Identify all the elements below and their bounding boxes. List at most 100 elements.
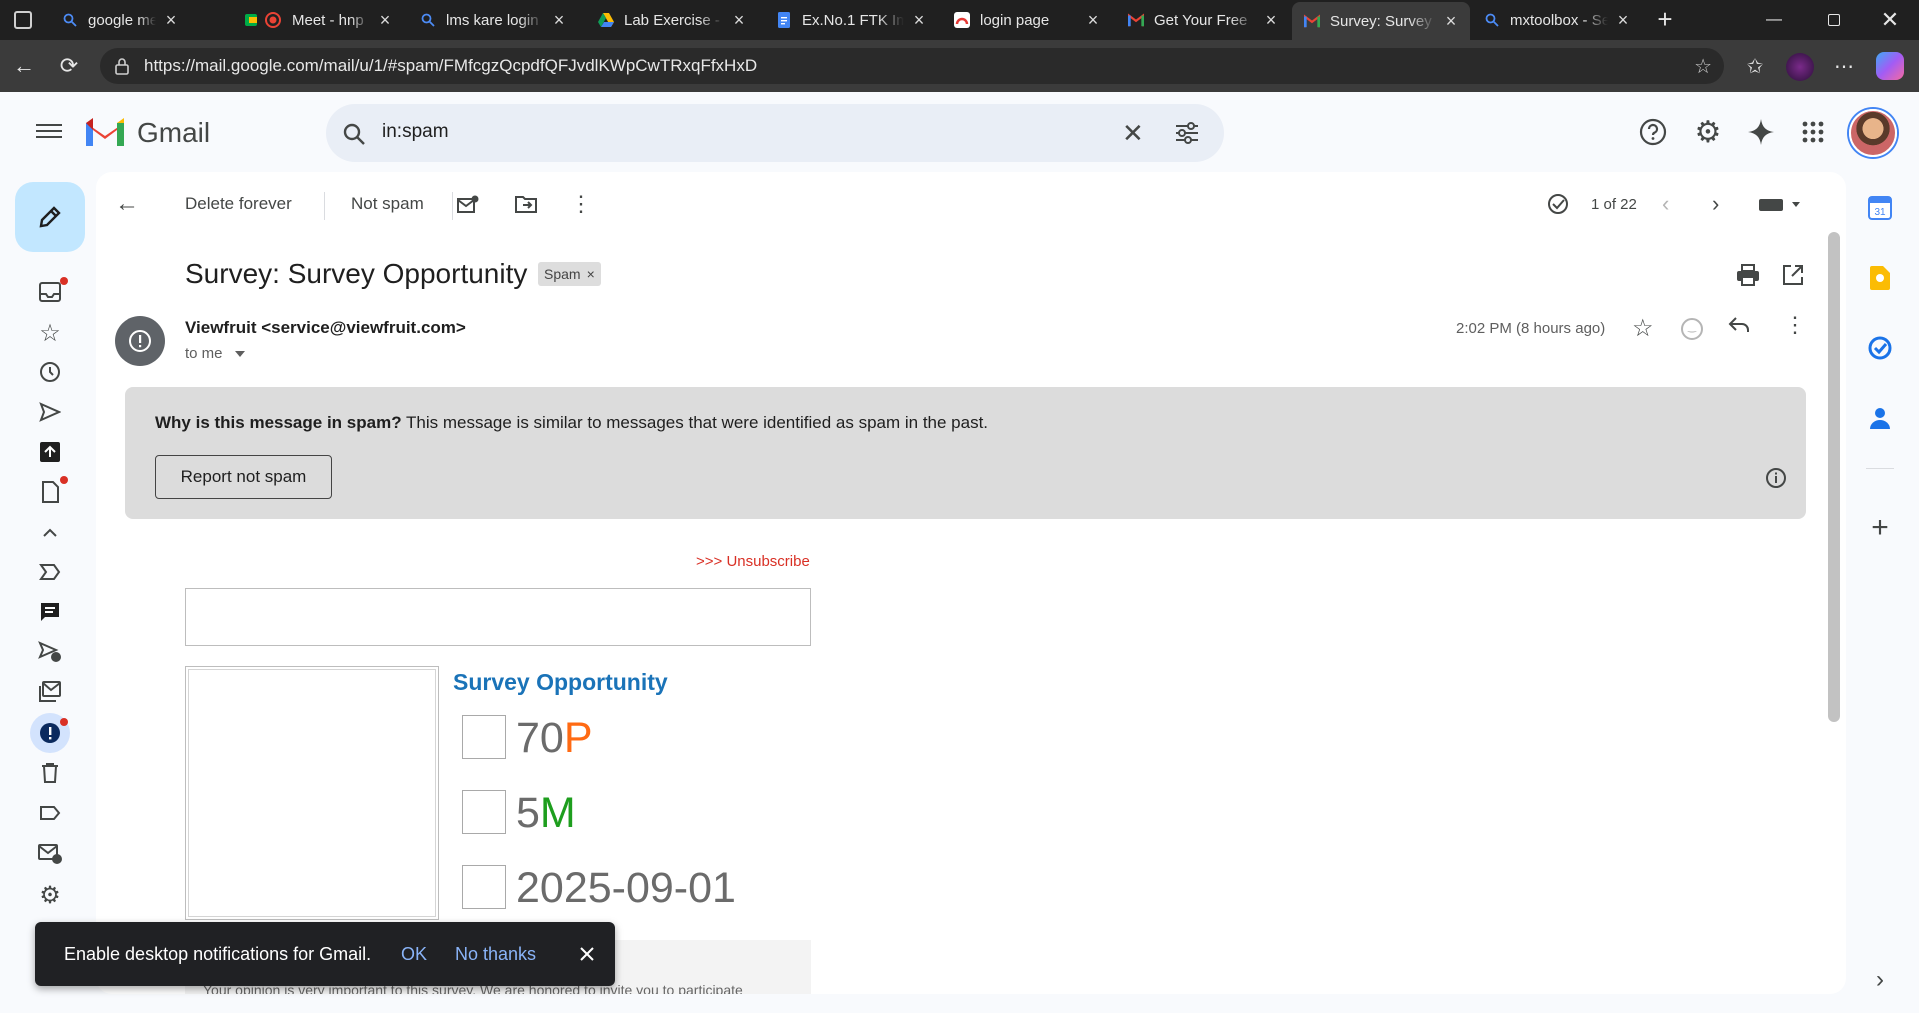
remove-label-icon[interactable]: ×: [587, 266, 595, 282]
close-icon[interactable]: ×: [1442, 11, 1460, 32]
minimize-button[interactable]: —: [1745, 0, 1803, 40]
report-not-spam-button[interactable]: Report not spam: [155, 455, 332, 499]
close-icon[interactable]: ×: [730, 10, 748, 31]
search-input[interactable]: [380, 120, 980, 144]
calendar-icon[interactable]: 31: [1862, 190, 1898, 226]
not-spam-button[interactable]: Not spam: [351, 186, 424, 222]
settings-gear-icon[interactable]: ⚙: [1688, 112, 1728, 152]
sender-avatar[interactable]: [115, 316, 165, 366]
close-icon[interactable]: ×: [1614, 10, 1632, 31]
tab-ftk-imager-doc[interactable]: Ex.No.1 FTK Imager ×: [764, 5, 938, 35]
close-icon[interactable]: ×: [910, 10, 928, 31]
tab-label: Get Your Free: [1154, 11, 1248, 29]
open-in-new-window-icon[interactable]: [1782, 264, 1804, 291]
tab-mxtoolbox-search[interactable]: mxtoolbox - Search ×: [1472, 5, 1642, 35]
clear-search-icon[interactable]: ✕: [1122, 118, 1144, 149]
label-icon[interactable]: [36, 799, 64, 827]
info-icon[interactable]: [1765, 467, 1787, 494]
spam-reason-title: Why is this message in spam?: [155, 413, 402, 432]
close-icon[interactable]: ×: [550, 10, 568, 31]
toast-ok-button[interactable]: OK: [401, 944, 427, 965]
important-icon[interactable]: [36, 558, 64, 586]
input-tools-keyboard-icon[interactable]: [1758, 186, 1804, 222]
survey-title[interactable]: Survey Opportunity: [453, 669, 668, 696]
close-icon[interactable]: ×: [376, 10, 394, 31]
tab-label: Ex.No.1 FTK Imager: [802, 11, 904, 29]
older-chevron-right-icon[interactable]: ›: [1712, 186, 1719, 222]
tasks-icon[interactable]: [1862, 330, 1898, 366]
close-icon[interactable]: ×: [1084, 10, 1102, 31]
main-menu-icon[interactable]: [36, 120, 62, 142]
scheduled-icon[interactable]: [36, 438, 64, 466]
message-more-icon[interactable]: ⋮: [1784, 312, 1806, 338]
chevron-down-icon[interactable]: [234, 351, 245, 358]
tab-survey-active[interactable]: Survey: Survey Opportunity ×: [1292, 2, 1470, 40]
back-button[interactable]: ←: [10, 52, 38, 80]
favorites-icon[interactable]: ✩: [1741, 52, 1769, 80]
sender-name[interactable]: Viewfruit <service@viewfruit.com>: [185, 318, 466, 338]
gemini-icon[interactable]: [1741, 112, 1781, 152]
tab-meet[interactable]: Meet - hnp ×: [232, 5, 404, 35]
gmail-logo-icon[interactable]: [86, 118, 124, 148]
support-icon[interactable]: [1633, 112, 1673, 152]
close-icon[interactable]: [573, 940, 601, 968]
star-icon[interactable]: ☆: [1632, 314, 1654, 343]
survey-checkbox[interactable]: [462, 790, 506, 834]
tab-get-your-free[interactable]: Get Your Free ×: [1116, 5, 1290, 35]
restore-button[interactable]: [1805, 0, 1863, 40]
new-tab-button[interactable]: +: [1650, 4, 1680, 34]
get-addons-plus-icon[interactable]: +: [1862, 510, 1898, 546]
docs-icon: [776, 12, 792, 28]
tab-lms-kare-login[interactable]: lms kare login - Search ×: [408, 5, 578, 35]
trash-icon[interactable]: [36, 759, 64, 787]
profile-icon[interactable]: [1786, 53, 1814, 81]
reply-icon[interactable]: [1728, 316, 1750, 339]
chats-icon[interactable]: [36, 598, 64, 626]
sent-icon[interactable]: [36, 398, 64, 426]
settings-gear-icon[interactable]: ⚙: [36, 881, 64, 909]
close-icon[interactable]: ×: [1262, 10, 1280, 31]
back-to-list-button[interactable]: ←: [115, 186, 139, 222]
url-field[interactable]: https://mail.google.com/mail/u/1/#spam/F…: [100, 48, 1724, 84]
account-avatar[interactable]: [1849, 109, 1897, 157]
tab-lab-exercise-drive[interactable]: Lab Exercise - Google Drive ×: [586, 5, 758, 35]
snoozed-clock-icon[interactable]: [36, 358, 64, 386]
keep-icon[interactable]: [1862, 260, 1898, 296]
tab-label: Meet - hnp: [292, 11, 364, 29]
site-info-icon[interactable]: [112, 56, 132, 76]
scheduled-send-icon[interactable]: [36, 638, 64, 666]
starred-icon[interactable]: ☆: [36, 319, 64, 347]
unsubscribe-link[interactable]: >>> Unsubscribe: [696, 553, 810, 570]
contacts-icon[interactable]: [1862, 400, 1898, 436]
newer-chevron-left-icon[interactable]: ‹: [1662, 186, 1669, 222]
close-icon[interactable]: ×: [162, 10, 180, 31]
print-icon[interactable]: [1736, 264, 1760, 291]
emoji-reaction-icon[interactable]: ‿: [1681, 318, 1703, 340]
tasks-check-icon[interactable]: [1540, 186, 1576, 222]
all-mail-icon[interactable]: [36, 678, 64, 706]
survey-checkbox[interactable]: [462, 715, 506, 759]
tab-login-page[interactable]: login page ×: [942, 5, 1112, 35]
manage-subscriptions-icon[interactable]: [36, 840, 64, 868]
collapse-chevron-up-icon[interactable]: [36, 519, 64, 547]
recipient-details[interactable]: to me: [185, 345, 245, 362]
more-options-icon[interactable]: ⋯: [1830, 52, 1858, 80]
show-side-panel-chevron-icon[interactable]: ›: [1862, 962, 1898, 998]
more-actions-icon[interactable]: ⋮: [566, 186, 596, 222]
close-window-button[interactable]: ✕: [1861, 0, 1919, 40]
survey-checkbox[interactable]: [462, 865, 506, 909]
favorite-star-icon[interactable]: ☆: [1694, 54, 1712, 79]
google-apps-icon[interactable]: [1793, 112, 1833, 152]
copilot-icon[interactable]: [1876, 52, 1904, 80]
search-icon[interactable]: [342, 122, 366, 146]
message-scrollbar[interactable]: [1828, 232, 1840, 722]
move-to-icon[interactable]: [506, 186, 546, 222]
compose-button[interactable]: [15, 182, 85, 252]
toast-no-thanks-button[interactable]: No thanks: [455, 944, 536, 965]
tab-actions-icon[interactable]: [14, 11, 32, 29]
tab-google-meet-search[interactable]: google meet - Search ×: [50, 5, 190, 35]
delete-forever-button[interactable]: Delete forever: [185, 186, 292, 222]
mark-unread-icon[interactable]: [448, 186, 488, 222]
search-options-icon[interactable]: [1174, 121, 1200, 145]
reload-button[interactable]: ⟳: [55, 52, 83, 80]
